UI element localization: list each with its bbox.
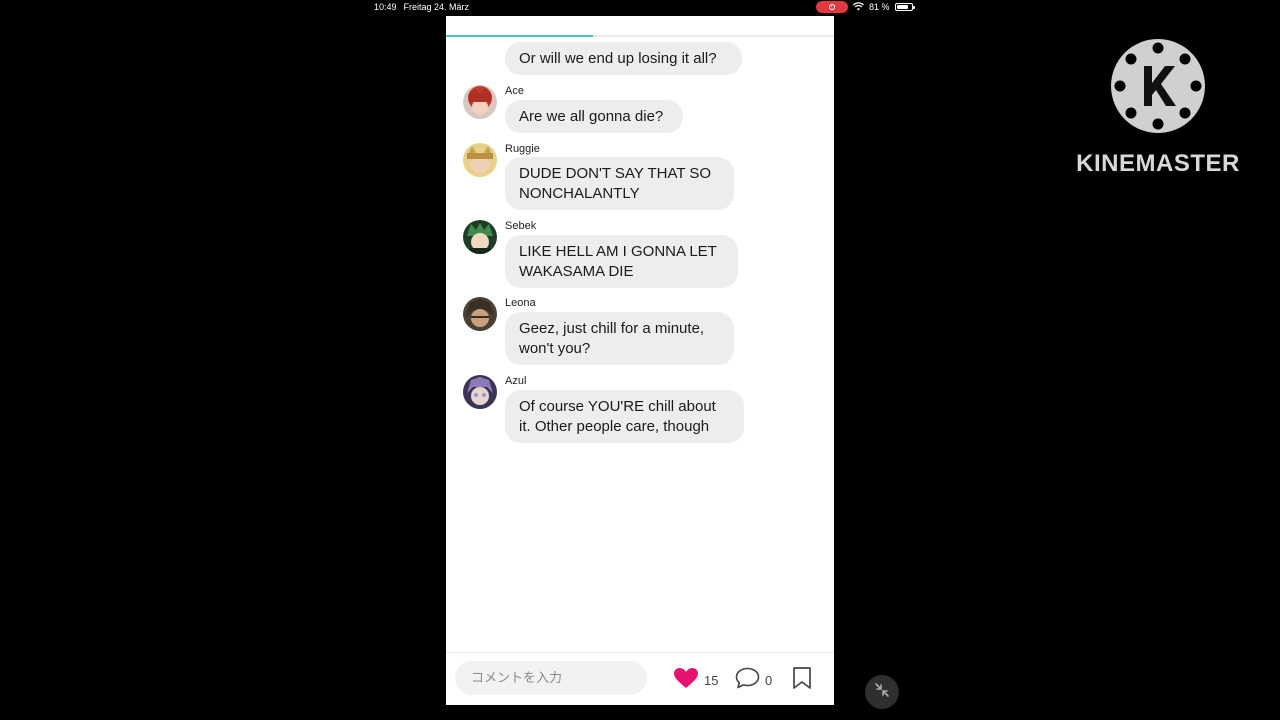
speech-bubble-icon [735,667,760,694]
interaction-bar: 15 0 [446,652,834,705]
status-bar-right: 81 % [816,1,915,13]
avatar-azul[interactable] [463,375,497,409]
avatar-ruggie[interactable] [463,143,497,177]
kinemaster-wordmark: KINEMASTER [1076,150,1240,177]
comment-count: 0 [765,673,773,688]
comment-button[interactable]: 0 [735,667,772,694]
avatar-sebek[interactable] [463,220,497,254]
chat-bubble: Or will we end up losing it all? [505,42,742,75]
status-time: 10:49 [374,2,397,12]
story-chat-panel: Or will we end up losing it all? Ace Are… [446,16,834,705]
status-bar-left: 10:49 Freitag 24. März [374,2,469,12]
sender-name: Sebek [505,220,537,232]
story-progress-fill [446,35,594,37]
kinemaster-logo-icon [1108,38,1208,134]
battery-icon [894,3,915,11]
avatar-ace[interactable] [463,85,497,119]
sender-name: Leona [505,297,536,309]
chat-bubble: Of course YOU'RE chill about it. Other p… [505,390,744,443]
chat-bubble: DUDE DON'T SAY THAT SO NONCHALANTLY [505,157,734,210]
chat-bubble: Geez, just chill for a minute, won't you… [505,312,734,365]
like-button[interactable]: 15 [673,667,718,694]
chat-bubble: Are we all gonna die? [505,100,683,133]
bookmark-icon [792,667,812,694]
minimize-button[interactable] [865,675,899,709]
screen-recording-icon [816,1,848,13]
heart-icon [673,667,699,694]
bookmark-button[interactable] [792,666,812,695]
sender-name: Ruggie [505,143,540,155]
comment-input[interactable] [455,661,647,695]
collapse-arrows-icon [874,682,890,703]
avatar-leona[interactable] [463,297,497,331]
like-count: 15 [704,673,719,688]
sender-name: Azul [505,375,527,387]
wifi-icon [853,1,864,13]
chat-bubble: LIKE HELL AM I GONNA LET WAKASAMA DIE [505,235,738,288]
story-progress-bar [446,35,834,37]
sender-name: Ace [505,85,524,97]
battery-percent: 81 % [869,2,890,12]
status-date: Freitag 24. März [403,2,470,12]
